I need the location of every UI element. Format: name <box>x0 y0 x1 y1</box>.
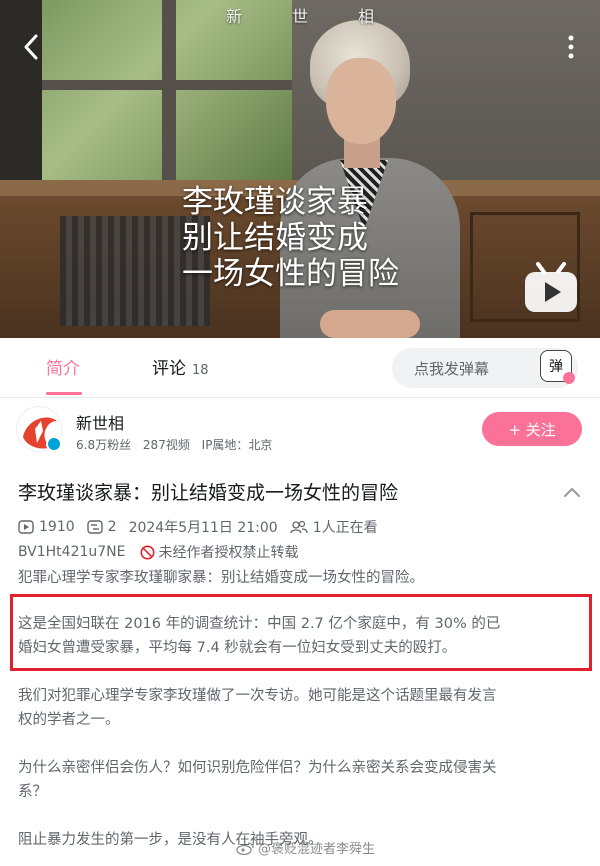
follow-button[interactable]: + 关注 <box>482 412 582 446</box>
description-line: 我们对犯罪心理学专家李玫瑾做了一次专访。她可能是这个话题里最有发言 <box>18 688 497 704</box>
weibo-logo-icon <box>236 841 254 855</box>
video-subtitle: 李玫瑾谈家暴 别让结婚变成 一场女性的冒险 <box>182 184 399 292</box>
subtitle-line: 别让结婚变成 <box>182 220 368 256</box>
more-vertical-icon <box>568 35 574 59</box>
danmaku-toggle-button[interactable]: 弹 <box>540 350 575 384</box>
no-entry-icon <box>140 545 154 559</box>
play-button[interactable] <box>522 260 580 316</box>
tab-bar: 简介 评论 18 点我发弹幕 弹 <box>0 338 600 398</box>
weibo-watermark: @褒贬混迹者李舜生 <box>236 838 375 857</box>
chevron-left-icon <box>24 34 38 60</box>
subtitle-line: 李玫瑾谈家暴 <box>182 184 368 220</box>
description-line: 犯罪心理学专家李玫瑾聊家暴：别让结婚变成一场女性的冒险。 <box>18 570 424 586</box>
bilibili-tv-play-icon <box>525 262 577 312</box>
more-options-button[interactable] <box>556 30 586 64</box>
tab-comments-label: 评论 <box>152 359 186 379</box>
danmaku-icon: 弹 <box>549 359 563 375</box>
video-stats: 1910 2 2024年5月11日 21:00 1人正在看 <box>18 517 390 537</box>
subtitle-line: 一场女性的冒险 <box>182 256 399 292</box>
danmaku-count-value: 2 <box>107 519 117 535</box>
video-title: 李玫瑾谈家暴：别让结婚变成一场女性的冒险 <box>18 482 399 504</box>
chevron-up-icon <box>564 488 580 497</box>
uploader-name[interactable]: 新世相 <box>76 410 124 434</box>
tab-comments-count: 18 <box>192 363 209 378</box>
uploader-ip: IP属地：北京 <box>201 438 273 452</box>
danmaku-placeholder: 点我发弹幕 <box>414 360 490 378</box>
video-player[interactable]: 新世相 李玫瑾谈家暴 别让结婚变成 一场女性的冒险 <box>0 0 600 338</box>
play-count-value: 1910 <box>39 519 75 535</box>
description-line: 权的学者之一。 <box>18 712 120 728</box>
viewers-icon <box>290 520 308 534</box>
collapse-description-button[interactable] <box>562 482 582 502</box>
uploader-followers: 6.8万粉丝 <box>76 438 132 452</box>
channel-overlay: 新世相 <box>0 0 600 34</box>
tab-comments[interactable]: 评论 18 <box>152 354 209 379</box>
no-repost-notice: 未经作者授权禁止转载 <box>140 542 299 562</box>
danmaku-on-indicator <box>563 372 575 384</box>
watching-now: 1人正在看 <box>290 517 378 537</box>
tab-intro[interactable]: 简介 <box>46 354 80 379</box>
watching-now-value: 1人正在看 <box>312 520 378 536</box>
description-line: 这是全国妇联在 2016 年的调查统计：中国 2.7 亿个家庭中，有 30% 的… <box>18 616 501 632</box>
danmaku-count-icon <box>86 520 103 534</box>
tab-active-indicator <box>46 392 82 395</box>
no-repost-text: 未经作者授权禁止转载 <box>158 545 299 561</box>
verified-badge-icon <box>46 436 62 452</box>
uploader-videos: 287视频 <box>142 438 190 452</box>
description-line: 为什么亲密伴侣会伤人？如何识别危险伴侣？为什么亲密关系会变成侵害关 <box>18 760 497 776</box>
uploader-meta: 6.8万粉丝 287视频 IP属地：北京 <box>76 436 280 453</box>
uploader-card: 新世相 6.8万粉丝 287视频 IP属地：北京 + 关注 <box>0 398 600 468</box>
description-line: 婚妇女曾遭受家暴，平均每 7.4 秒就会有一位妇女受到丈夫的殴打。 <box>18 640 457 656</box>
bvid[interactable]: BV1Ht421u7NE <box>18 544 126 560</box>
bvid-row: BV1Ht421u7NE 未经作者授权禁止转载 <box>18 542 299 562</box>
play-count: 1910 <box>18 519 75 535</box>
back-button[interactable] <box>14 30 48 64</box>
publish-datetime: 2024年5月11日 21:00 <box>128 520 278 536</box>
description-line: 系？ <box>18 784 47 800</box>
play-count-icon <box>18 520 34 534</box>
watermark-text: @褒贬混迹者李舜生 <box>258 842 376 857</box>
channel-overlay-text: 新世相 <box>225 7 424 26</box>
danmaku-count: 2 <box>86 519 117 535</box>
